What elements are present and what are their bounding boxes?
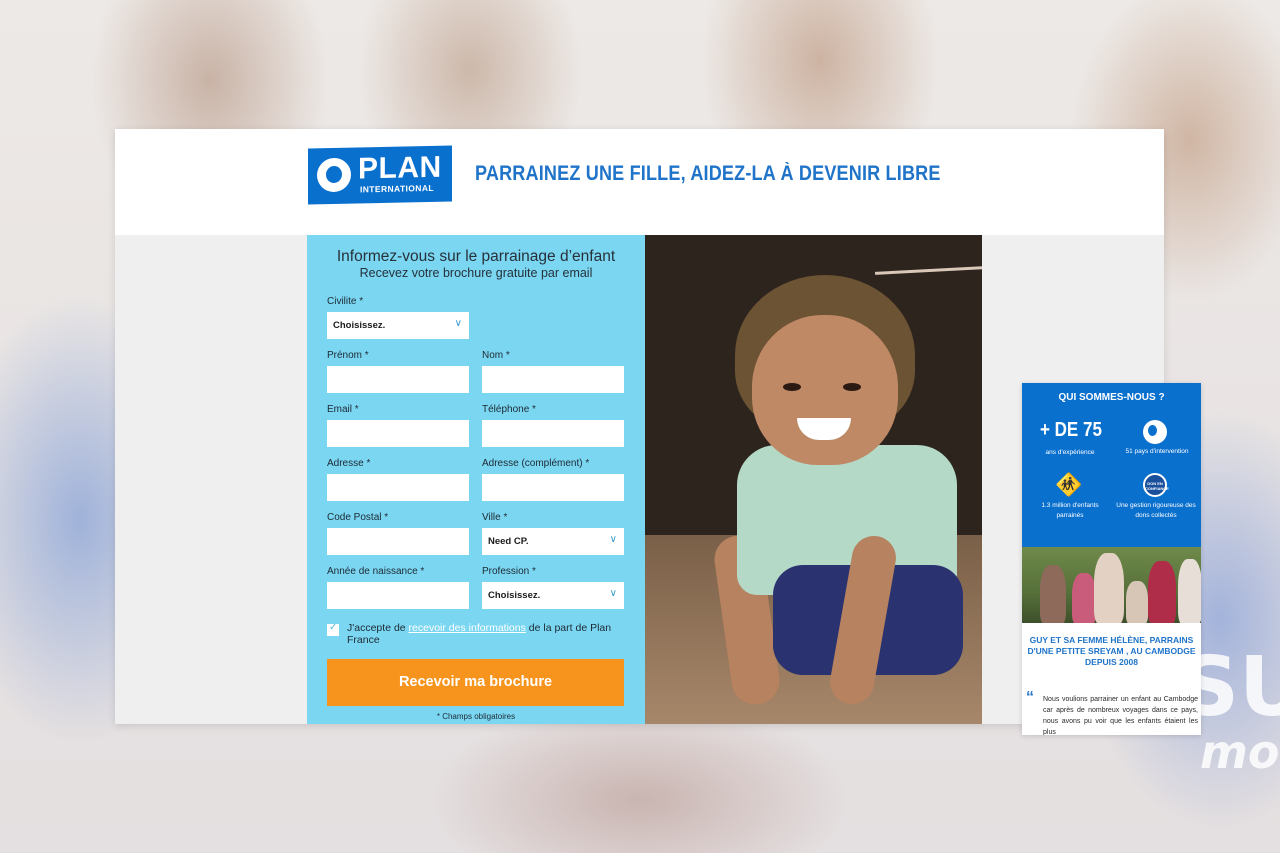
globe-icon <box>1143 420 1167 444</box>
email-field[interactable] <box>327 420 469 447</box>
testimonial-text: Nous voulions parrainer un enfant au Cam… <box>1043 696 1198 735</box>
form-subtitle: Recevez votre brochure gratuite par emai… <box>359 266 593 280</box>
gestion-caption: Une gestion rigoureuse des dons collecté… <box>1116 502 1196 519</box>
ville-label: Ville * <box>482 512 508 523</box>
page-headline: PARRAINEZ UNE FILLE, AIDEZ-LA À DEVENIR … <box>475 162 941 185</box>
required-fields-note: * Champs obligatoires <box>436 712 516 721</box>
countries-caption: 51 pays d'intervention <box>1125 448 1189 455</box>
chevron-down-icon: ∨ <box>609 534 617 545</box>
profession-value: Choisissez. <box>488 590 541 601</box>
consent-text-before: J'accepte de <box>347 622 409 634</box>
who-we-are-title: QUI SOMMES-NOUS ? <box>1058 392 1165 403</box>
adresse-field[interactable] <box>327 474 469 501</box>
plan-international-logo[interactable]: PLAN INTERNATIONAL <box>308 145 452 205</box>
smiling-child-photo <box>645 235 982 724</box>
prenom-field[interactable] <box>327 366 469 393</box>
annee-naissance-field[interactable] <box>327 582 469 609</box>
children-caption: 1.3 million d'enfants parrainés <box>1041 502 1099 519</box>
telephone-field[interactable] <box>482 420 624 447</box>
ville-select[interactable]: Need CP. ∨ <box>482 528 624 555</box>
landing-page-card: PLAN INTERNATIONAL PARRAINEZ UNE FILLE, … <box>115 129 1164 724</box>
prenom-label: Prénom * <box>327 350 369 361</box>
checkbox-check-icon: ✓ <box>329 622 338 633</box>
who-we-are-panel: QUI SOMMES-NOUS ? + DE 75 ans d'expérien… <box>1022 383 1201 735</box>
civilite-select[interactable]: Choisissez. ∨ <box>327 312 469 339</box>
telephone-label: Téléphone * <box>482 404 536 415</box>
code-postal-label: Code Postal * <box>327 512 389 523</box>
nom-label: Nom * <box>482 350 510 361</box>
adresse-complement-field[interactable] <box>482 474 624 501</box>
submit-brochure-button[interactable]: Recevoir ma brochure <box>327 659 624 706</box>
testimonial-title: GUY ET SA FEMME HÉLÈNE, PARRAINS D'UNE P… <box>1027 635 1196 667</box>
consent-text: J'accepte de recevoir des informations d… <box>347 622 632 646</box>
quote-icon: “ <box>1026 689 1034 706</box>
chevron-down-icon: ∨ <box>454 318 462 329</box>
don-en-confiance-badge-icon: DON EN CONFIANCE <box>1143 473 1169 497</box>
ville-value: Need CP. <box>488 536 529 547</box>
brochure-form: Informez-vous sur le parrainage d’enfant… <box>307 235 645 724</box>
profession-select[interactable]: Choisissez. ∨ <box>482 582 624 609</box>
sponsors-photo <box>1022 547 1201 623</box>
years-stat: + DE 75 <box>1040 419 1102 441</box>
chevron-down-icon: ∨ <box>609 588 617 599</box>
badge-text: DON EN CONFIANCE <box>1145 481 1169 491</box>
plan-logo-emblem-icon <box>317 157 351 193</box>
years-caption: ans d'expérience <box>1045 449 1095 456</box>
profession-label: Profession * <box>482 566 536 577</box>
consent-checkbox[interactable]: ✓ <box>327 622 339 636</box>
adresse-label: Adresse * <box>327 458 371 469</box>
who-we-are-stats: QUI SOMMES-NOUS ? + DE 75 ans d'expérien… <box>1022 383 1201 547</box>
children-icon: 🚸 <box>1055 472 1083 497</box>
form-title: Informez-vous sur le parrainage d’enfant <box>336 248 616 265</box>
civilite-label: Civilite * <box>327 296 364 307</box>
email-label: Email * <box>327 404 359 415</box>
nom-field[interactable] <box>482 366 624 393</box>
civilite-value: Choisissez. <box>333 320 386 331</box>
annee-naissance-label: Année de naissance * <box>327 566 425 577</box>
header: PLAN INTERNATIONAL PARRAINEZ UNE FILLE, … <box>115 129 1164 235</box>
background-text-mo: mo <box>1200 725 1280 779</box>
code-postal-field[interactable] <box>327 528 469 555</box>
logo-text-international: INTERNATIONAL <box>360 182 434 195</box>
logo-text-plan: PLAN <box>358 150 442 186</box>
consent-info-link[interactable]: recevoir des informations <box>409 622 526 634</box>
adresse-complement-label: Adresse (complément) * <box>482 458 590 469</box>
